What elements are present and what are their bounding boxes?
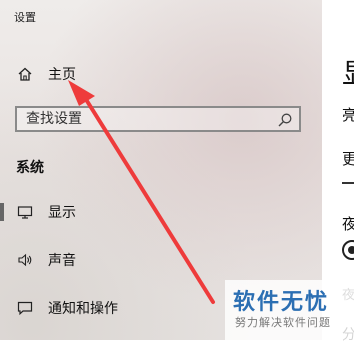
speaker-icon [16, 251, 34, 269]
watermark-main: 软件无忧 [233, 290, 330, 315]
content-heading: 显 [342, 52, 354, 92]
home-icon [16, 65, 34, 83]
notification-icon [16, 299, 34, 317]
watermark-sub: 努力解决软件问题 [235, 316, 331, 329]
nav-item-home[interactable]: 主页 [0, 59, 322, 89]
content-line-change: 更 [342, 150, 354, 168]
app-title: 设置 [14, 11, 36, 24]
content-line-night: 夜 [342, 215, 354, 233]
section-heading-system: 系统 [16, 160, 44, 176]
nav-item-display[interactable]: 显示 [0, 197, 322, 227]
selection-indicator [0, 203, 4, 221]
nav-item-notifications-label: 通知和操作 [48, 301, 118, 317]
watermark: 软件无忧 努力解决软件问题 [225, 280, 354, 340]
monitor-icon [16, 203, 34, 221]
search-input[interactable] [26, 110, 266, 128]
slider-track[interactable] [342, 182, 354, 184]
night-light-toggle[interactable] [342, 240, 354, 260]
nav-item-sound[interactable]: 声音 [0, 245, 322, 275]
search-icon[interactable] [277, 112, 293, 128]
search-box[interactable] [15, 106, 301, 132]
nav-item-sound-label: 声音 [48, 253, 76, 269]
nav-item-display-label: 显示 [48, 205, 76, 221]
content-line-brightness: 亮 [342, 106, 354, 124]
nav-item-home-label: 主页 [48, 67, 76, 83]
